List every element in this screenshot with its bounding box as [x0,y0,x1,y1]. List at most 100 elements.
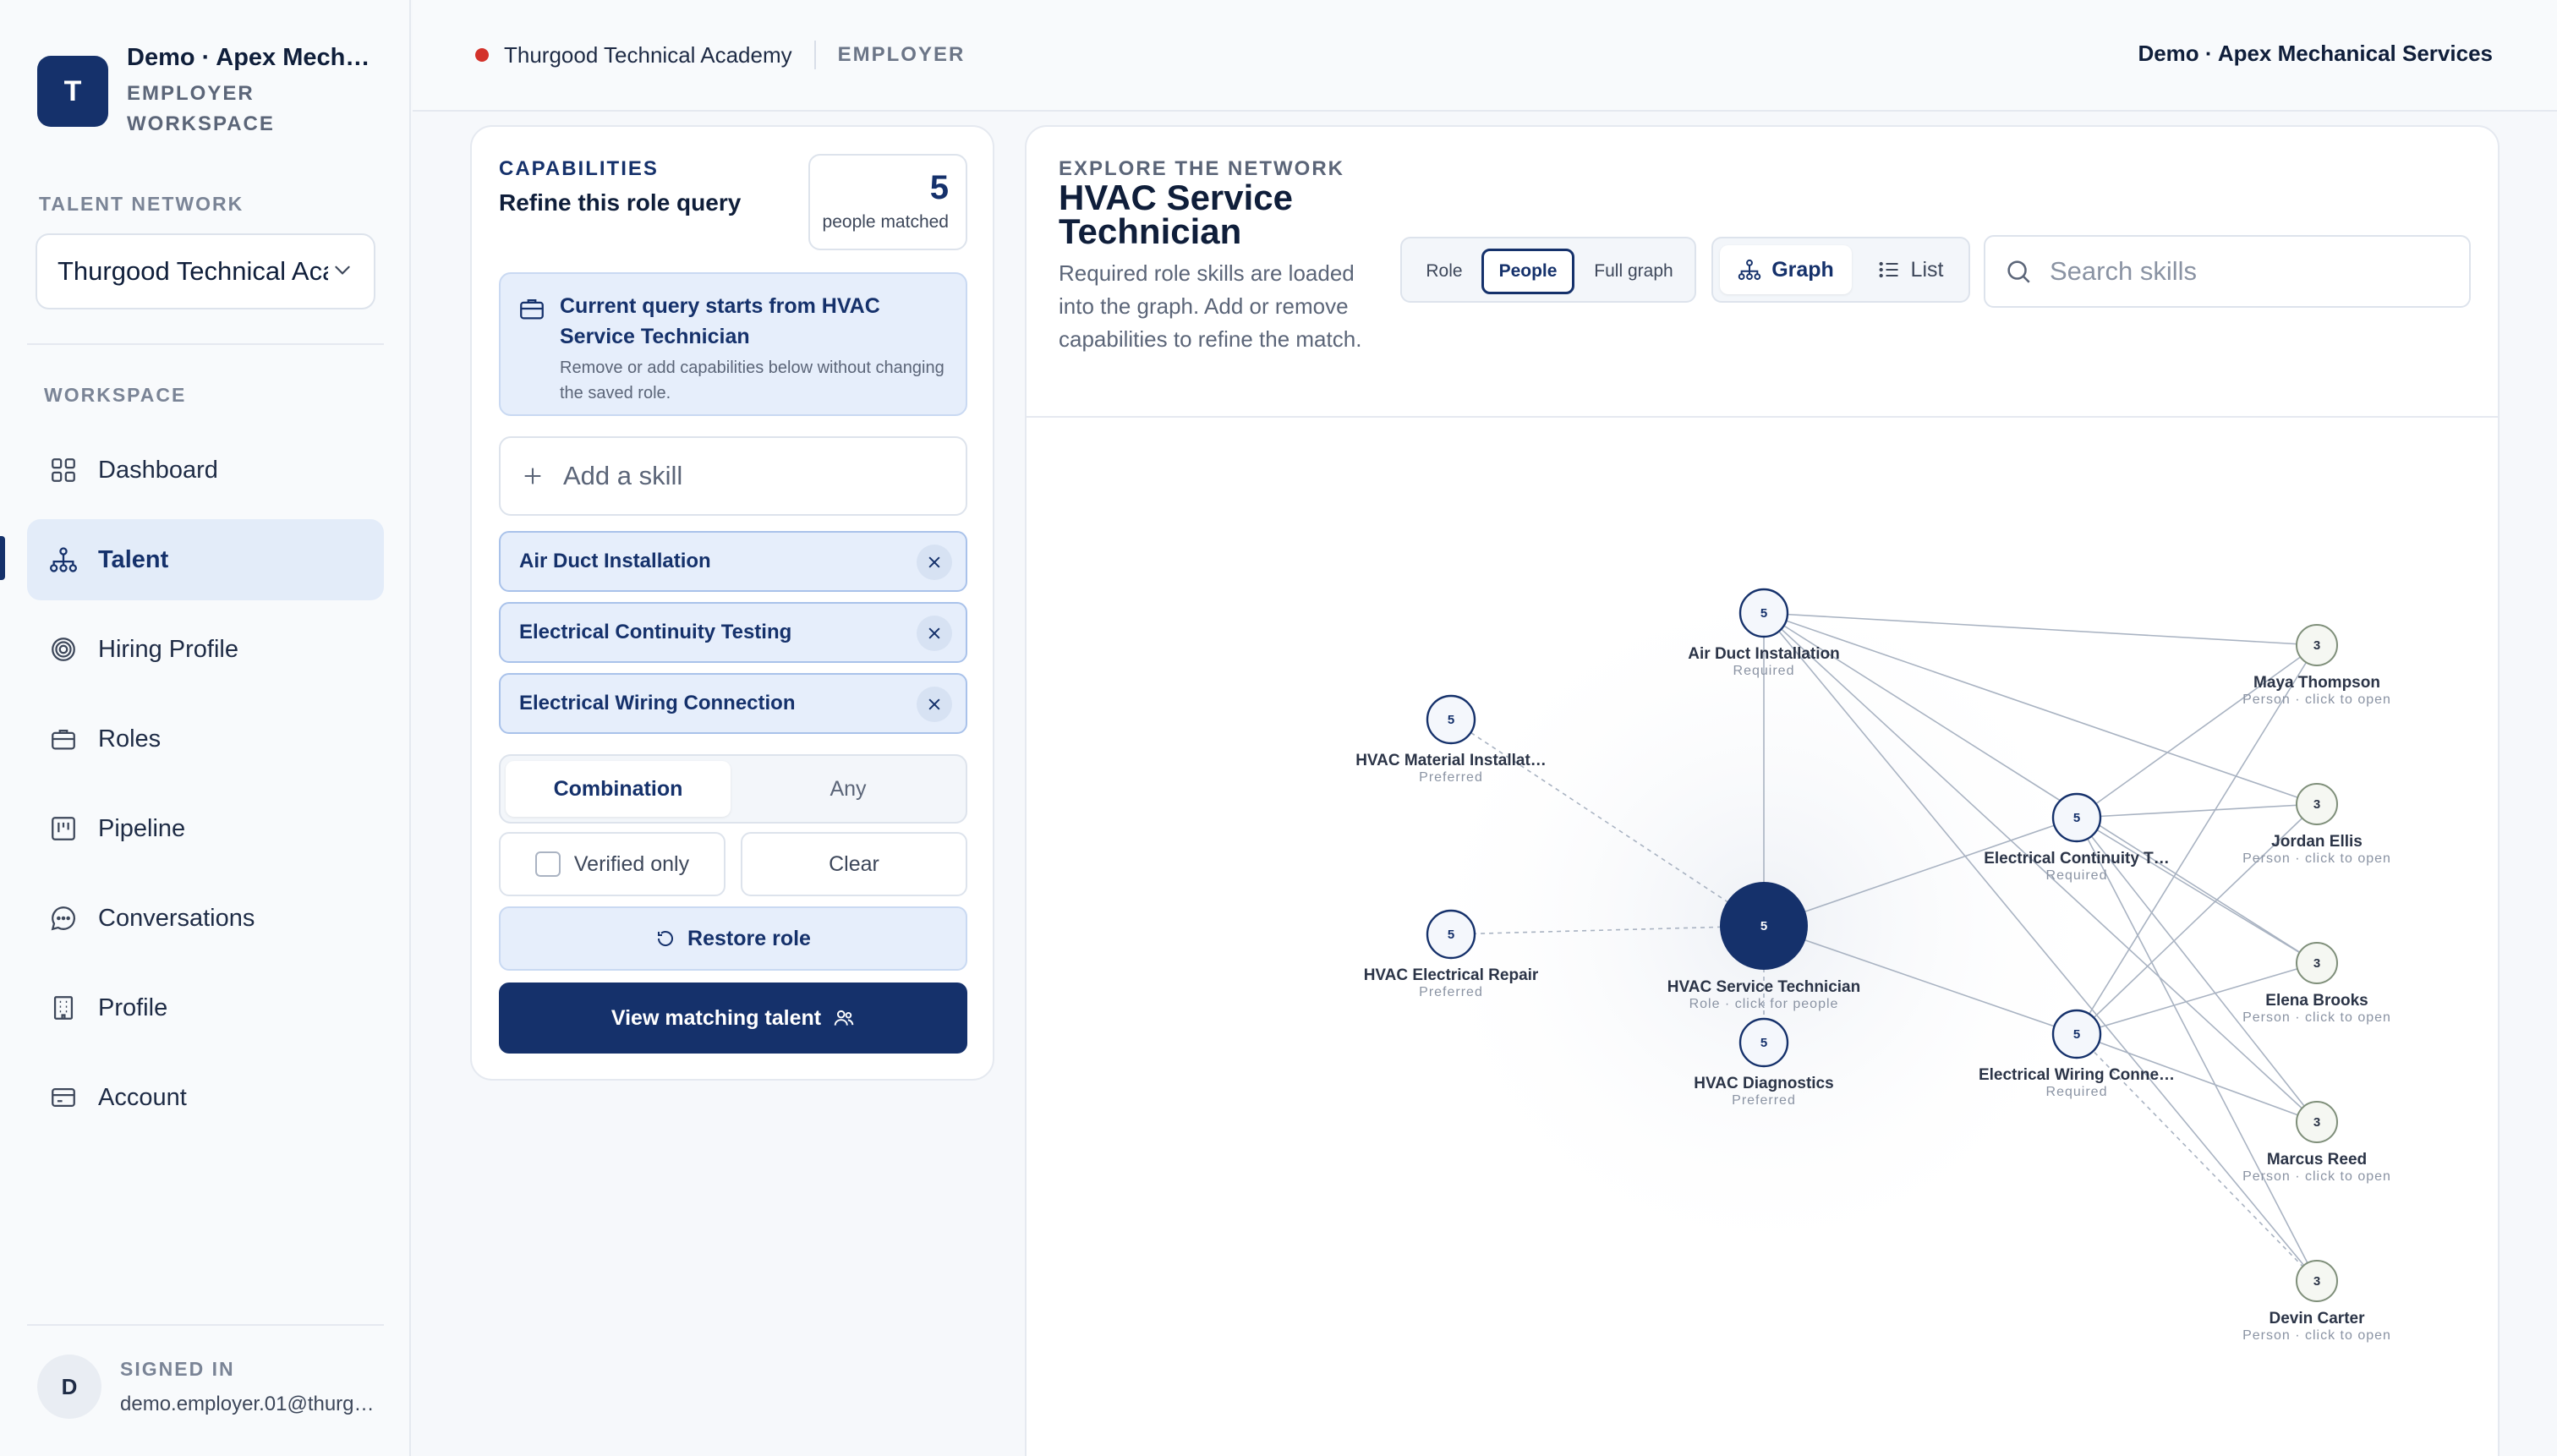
graph-node-count: 5 [1760,919,1767,933]
people-matched-card: 5 people matched [808,154,967,250]
sidebar-item-conversations[interactable]: Conversations [27,878,384,959]
search-skills-input[interactable]: Search skills [1984,235,2471,308]
skill-chip: Air Duct Installation [499,531,967,592]
sidebar-item-roles[interactable]: Roles [27,698,384,780]
list-view-button[interactable]: List [1857,245,1963,294]
sidebar-item-label: Pipeline [98,814,186,842]
graph-node-count: 3 [2313,1115,2320,1130]
mode-any-button[interactable]: Any [736,761,961,817]
sidebar-divider [27,343,384,345]
graph-node-sublabel: Required [1733,664,1795,678]
org-chart-icon [49,547,78,572]
sidebar-divider [27,1324,384,1326]
graph-node-count: 3 [2313,638,2320,653]
sidebar-item-hiring-profile[interactable]: Hiring Profile [27,609,384,690]
graph-node-person[interactable]: 3 Marcus ReedPerson · click to open [2242,1101,2391,1184]
workspace-logo: T [37,56,108,127]
network-graph[interactable]: 5 HVAC Service TechnicianRole · click for… [1027,418,2500,1456]
briefcase-icon [52,729,75,750]
role-badge: EMPLOYER [837,43,966,66]
graph-node-person[interactable]: 3 Devin CarterPerson · click to open [2242,1260,2391,1343]
graph-node-person[interactable]: 3 Elena BrooksPerson · click to open [2242,942,2391,1025]
graph-node-person[interactable]: 3 Maya ThompsonPerson · click to open [2242,624,2391,707]
sidebar-item-label: Talent [98,545,169,573]
remove-chip-button[interactable] [917,687,952,722]
restore-role-button[interactable]: Restore role [499,906,967,971]
workspace-header[interactable]: T Demo · Apex Mech… EMPLOYER WORKSPACE [37,41,370,140]
workspace-subtitle: EMPLOYER WORKSPACE [127,82,275,135]
scope-people-button[interactable]: People [1481,249,1574,294]
explore-title: HVAC Service Technician [1059,178,1294,251]
capabilities-title: CAPABILITIES [499,157,659,180]
capabilities-panel: CAPABILITIES Refine this role query 5 pe… [470,125,994,1081]
workspace-name: Demo · Apex Mech… [127,44,370,71]
status-dot [475,48,489,62]
signed-in-user[interactable]: D SIGNED IN demo.employer.01@thurg… [37,1355,375,1419]
graph-node-label: Marcus Reed [2267,1151,2367,1169]
org-breadcrumb: Thurgood Technical Academy EMPLOYER [475,41,965,69]
remove-chip-button[interactable] [917,545,952,580]
graph-node-label: HVAC Material Installat… [1355,752,1547,769]
explore-description: Required role skills are loaded into the… [1059,260,1362,352]
graph-node-sublabel: Preferred [1732,1093,1796,1108]
skill-chip-label: Electrical Wiring Connection [519,692,796,714]
user-email: demo.employer.01@thurg… [120,1392,375,1415]
graph-node-count: 5 [1760,1036,1767,1050]
explore-network-panel: EXPLORE THE NETWORK HVAC Service Technic… [1025,125,2500,1456]
sidebar-item-pipeline[interactable]: Pipeline [27,788,384,869]
graph-node-label: Devin Carter [2270,1310,2366,1327]
graph-node-count: 5 [1448,713,1454,727]
view-matching-talent-button[interactable]: View matching talent [499,983,967,1054]
users-icon [834,1010,854,1026]
graph-node-sublabel: Role · click for people [1689,997,1839,1011]
talent-network-select[interactable]: Thurgood Technical Academy [36,233,375,309]
scope-role-button[interactable]: Role [1409,249,1480,294]
close-icon [928,556,940,568]
skill-chip-label: Air Duct Installation [519,550,711,572]
clear-button[interactable]: Clear [741,832,967,896]
view-mode-toggle: Graph List [1711,237,1970,303]
graph-scope-toggle: Role People Full graph [1400,237,1696,303]
scope-full-graph-button[interactable]: Full graph [1576,249,1691,294]
org-name: Thurgood Technical Academy [504,41,792,68]
sidebar-item-label: Dashboard [98,456,218,484]
graph-node-sublabel: Preferred [1419,985,1483,999]
capabilities-subtitle: Refine this role query [499,189,742,216]
list-view-label: List [1910,257,1944,282]
graph-node-label: Electrical Continuity T… [1984,850,2170,868]
sidebar-item-dashboard[interactable]: Dashboard [27,430,384,511]
graph-node-label: HVAC Electrical Repair [1364,966,1539,984]
graph-view-label: Graph [1771,257,1834,282]
sidebar-item-label: Hiring Profile [98,635,238,663]
org-chart-icon [1738,259,1761,281]
sidebar-item-account[interactable]: Account [27,1057,384,1138]
sidebar-item-talent[interactable]: Talent [27,519,384,600]
graph-node-sublabel: Person · click to open [2242,692,2391,707]
sidebar-item-label: Conversations [98,904,255,932]
graph-node-count: 3 [2313,797,2320,812]
graph-node-sublabel: Required [2046,1085,2108,1099]
list-icon [1879,261,1898,278]
search-icon [2007,260,2030,283]
checkbox-box [534,851,561,877]
refresh-icon [658,931,674,946]
graph-node-person[interactable]: 3 Jordan EllisPerson · click to open [2242,783,2391,866]
mode-combination-button[interactable]: Combination [506,761,731,817]
verified-only-checkbox[interactable]: Verified only [499,832,725,896]
sidebar: T Demo · Apex Mech… EMPLOYER WORKSPACE T… [0,0,411,1456]
close-icon [928,698,940,710]
remove-chip-button[interactable] [917,616,952,651]
graph-view-button[interactable]: Graph [1720,245,1852,294]
query-heading: Current query starts from HVAC Service T… [560,294,880,348]
graph-node-sublabel: Person · click to open [2242,1010,2391,1025]
graph-node-sublabel: Person · click to open [2242,1328,2391,1343]
match-mode-toggle: Combination Any [499,754,967,824]
graph-node-label: HVAC Diagnostics [1694,1075,1833,1092]
plus-icon [524,468,541,484]
graph-node-label: Maya Thompson [2253,674,2380,692]
sidebar-item-profile[interactable]: Profile [27,967,384,1048]
avatar: D [37,1355,101,1419]
add-skill-input[interactable]: Add a skill [499,436,967,516]
verified-only-label: Verified only [573,851,690,876]
restore-role-label: Restore role [687,926,811,950]
